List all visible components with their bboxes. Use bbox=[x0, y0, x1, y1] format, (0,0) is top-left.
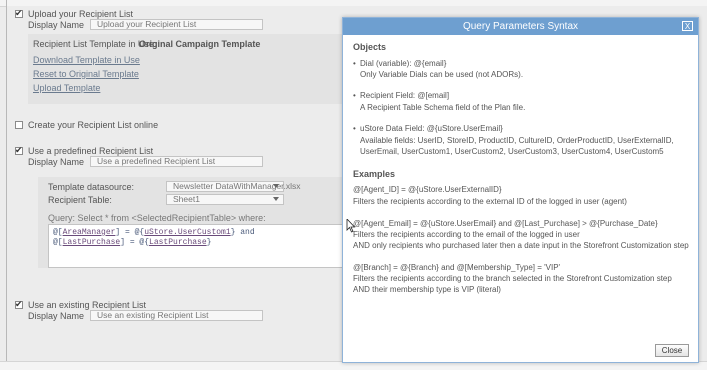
example-3-desc-1: Filters the recipients according to the … bbox=[353, 274, 672, 283]
dialog-title-bar[interactable]: Query Parameters Syntax X bbox=[343, 18, 698, 35]
upload-template-panel: Recipient List Template in Use: Original… bbox=[28, 34, 348, 104]
bullet-icon: • bbox=[353, 59, 356, 68]
example-3-desc-2: AND their membership type is VIP (litera… bbox=[353, 285, 501, 294]
datasource-select[interactable]: Newsletter DataWithManager.xlsx bbox=[166, 181, 301, 192]
upload-display-name-input[interactable]: Upload your Recipient List bbox=[90, 19, 263, 30]
query-line-1: @[AreaManager] = @{uStore.UserCustom1} a… bbox=[53, 228, 255, 237]
predefined-list-checkbox[interactable] bbox=[15, 145, 23, 155]
chevron-down-icon bbox=[273, 184, 279, 188]
recipient-table-value: Sheet1 bbox=[173, 194, 200, 204]
existing-list-label: Use an existing Recipient List bbox=[28, 300, 147, 310]
recipient-field-title: Recipient Field: @[email] bbox=[360, 91, 450, 100]
predefined-settings-panel: Template datasource: Newsletter DataWith… bbox=[38, 177, 348, 268]
bullet-icon: • bbox=[353, 91, 356, 100]
recipient-table-select[interactable]: Sheet1 bbox=[166, 194, 284, 205]
existing-display-name-label: Display Name bbox=[28, 311, 85, 321]
template-in-use-label: Recipient List Template in Use: bbox=[33, 39, 157, 49]
create-online-label: Create your Recipient List online bbox=[28, 120, 159, 130]
ustore-field-desc-1: Available fields: UserID, StoreID, Produ… bbox=[360, 136, 674, 145]
dialog-title: Query Parameters Syntax bbox=[462, 21, 579, 32]
query-label: Query: Select * from <SelectedRecipientT… bbox=[48, 213, 266, 223]
ustore-field-title: uStore Data Field: @{uStore.UserEmail} bbox=[360, 124, 503, 133]
template-in-use-value: Original Campaign Template bbox=[139, 39, 261, 49]
datasource-value: Newsletter DataWithManager.xlsx bbox=[173, 181, 301, 191]
example-1-title: @[Agent_ID] = @{uStore.UserExternalID} bbox=[353, 185, 502, 194]
examples-heading: Examples bbox=[353, 169, 396, 179]
recipient-field-desc: A Recipient Table Schema field of the Pl… bbox=[360, 103, 526, 112]
existing-list-checkbox[interactable] bbox=[15, 299, 23, 309]
query-line-2: @[LastPurchase] = @{LastPurchase} bbox=[53, 238, 212, 247]
screen: Upload your Recipient List Display Name … bbox=[0, 0, 707, 370]
close-icon[interactable]: X bbox=[682, 21, 693, 31]
query-textarea[interactable]: @[AreaManager] = @{uStore.UserCustom1} a… bbox=[48, 224, 348, 268]
query-syntax-dialog: Query Parameters Syntax X Objects • Dial… bbox=[342, 17, 699, 363]
mouse-cursor-icon bbox=[346, 219, 356, 233]
upload-display-name-label: Display Name bbox=[28, 20, 85, 30]
example-2-desc-2: AND only recipients who purchased later … bbox=[353, 241, 689, 250]
existing-display-name-input[interactable]: Use an existing Recipient List bbox=[90, 310, 263, 321]
create-online-checkbox[interactable] bbox=[15, 121, 23, 129]
objects-heading: Objects bbox=[353, 42, 387, 52]
download-template-link[interactable]: Download Template in Use bbox=[33, 55, 140, 65]
datasource-label: Template datasource: bbox=[48, 182, 135, 192]
upload-list-label: Upload your Recipient List bbox=[28, 9, 134, 19]
predefined-display-name-input[interactable]: Use a predefined Recipient List bbox=[90, 156, 263, 167]
recipient-table-label: Recipient Table: bbox=[48, 195, 112, 205]
close-button[interactable]: Close bbox=[655, 344, 689, 357]
reset-template-link[interactable]: Reset to Original Template bbox=[33, 69, 139, 79]
dial-desc: Only Variable Dials can be used (not ADO… bbox=[360, 70, 524, 79]
bullet-icon: • bbox=[353, 124, 356, 133]
example-2-desc-1: Filters the recipients according to the … bbox=[353, 230, 580, 239]
ustore-field-desc-2: UserEmail, UserCustom1, UserCustom2, Use… bbox=[360, 147, 664, 156]
predefined-list-label: Use a predefined Recipient List bbox=[28, 146, 154, 156]
example-2-title: @[Agent_Email] = @{uStore.UserEmail} and… bbox=[353, 219, 658, 228]
upload-template-link[interactable]: Upload Template bbox=[33, 83, 100, 93]
chevron-down-icon bbox=[273, 197, 279, 201]
predefined-display-name-label: Display Name bbox=[28, 157, 85, 167]
upload-list-checkbox[interactable] bbox=[15, 8, 23, 18]
example-3-title: @[Branch] = @{Branch} and @[Membership_T… bbox=[353, 263, 561, 272]
example-1-desc: Filters the recipients according to the … bbox=[353, 197, 627, 206]
dial-title: Dial (variable): @{email} bbox=[360, 59, 447, 68]
